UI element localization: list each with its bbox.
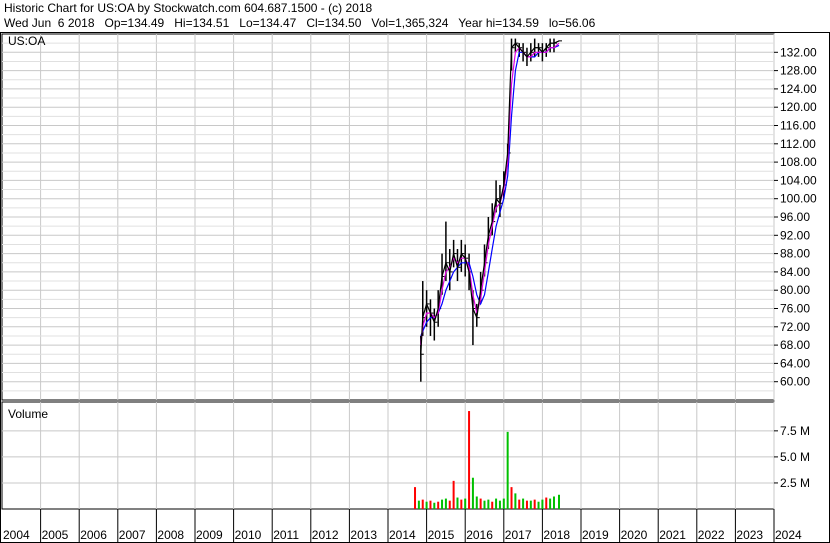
x-tick-label: 2010 xyxy=(235,528,262,542)
price-panel-title: US:OA xyxy=(8,34,45,48)
x-tick-label: 2011 xyxy=(273,528,299,542)
x-tick-label: 2009 xyxy=(196,528,223,542)
price-tick-label: 92.00 xyxy=(780,228,810,242)
x-tick-label: 2016 xyxy=(466,528,493,542)
volume-bar xyxy=(552,496,555,509)
volume-bar xyxy=(537,501,540,509)
volume-bar xyxy=(506,431,509,509)
volume-panel-title: Volume xyxy=(8,407,48,421)
volume-bar xyxy=(441,499,444,509)
volume-bar xyxy=(464,498,467,509)
volume-bar xyxy=(433,502,436,509)
price-tick-label: 120.00 xyxy=(780,100,817,114)
volume-tick-label: 5.0 M xyxy=(780,450,810,464)
grid-layer xyxy=(0,32,830,543)
x-tick-label: 2021 xyxy=(659,528,686,542)
price-tick-label: 104.00 xyxy=(780,173,817,187)
x-tick-label: 2006 xyxy=(80,528,107,542)
volume-bar xyxy=(421,499,424,509)
x-tick-label: 2008 xyxy=(157,528,184,542)
price-tick-label: 80.00 xyxy=(780,283,810,297)
x-tick-label: 2020 xyxy=(621,528,648,542)
volume-bar xyxy=(522,498,525,509)
chart-header-title: Historic Chart for US:OA by Stockwatch.c… xyxy=(4,1,373,15)
volume-bar xyxy=(475,496,478,509)
volume-bar xyxy=(437,501,440,509)
volume-bar xyxy=(414,487,417,509)
price-tick-label: 68.00 xyxy=(780,338,810,352)
chart-root: Historic Chart for US:OA by Stockwatch.c… xyxy=(0,0,830,543)
x-tick-label: 2024 xyxy=(775,528,802,542)
volume-bar xyxy=(460,499,463,509)
volume-bar xyxy=(514,493,517,509)
price-tick-label: 108.00 xyxy=(780,155,817,169)
price-tick-label: 124.00 xyxy=(780,82,817,96)
volume-bar xyxy=(549,498,552,509)
price-tick-label: 96.00 xyxy=(780,210,810,224)
x-tick-label: 2007 xyxy=(119,528,146,542)
volume-bar xyxy=(487,499,490,509)
price-tick-label: 128.00 xyxy=(780,64,817,78)
volume-bar xyxy=(479,498,482,509)
volume-bar xyxy=(502,498,505,509)
volume-bar xyxy=(518,499,521,509)
price-tick-label: 84.00 xyxy=(780,265,810,279)
volume-bar xyxy=(491,501,494,509)
price-tick-label: 100.00 xyxy=(780,192,817,206)
volume-bar xyxy=(533,499,536,509)
volume-bar xyxy=(483,500,486,509)
volume-bar xyxy=(525,500,528,509)
price-tick-label: 76.00 xyxy=(780,302,810,316)
price-tick-label: 72.00 xyxy=(780,320,810,334)
volume-bar xyxy=(468,411,471,509)
x-tick-label: 2022 xyxy=(698,528,725,542)
price-tick-label: 60.00 xyxy=(780,375,810,389)
volume-tick-label: 7.5 M xyxy=(780,424,810,438)
price-tick-label: 112.00 xyxy=(780,137,816,151)
volume-bar xyxy=(471,477,474,509)
price-tick-label: 88.00 xyxy=(780,247,810,261)
volume-bar xyxy=(448,500,451,509)
x-tick-label: 2018 xyxy=(543,528,570,542)
volume-bar xyxy=(417,500,420,509)
x-tick-label: 2019 xyxy=(582,528,609,542)
x-tick-label: 2014 xyxy=(389,528,416,542)
x-tick-label: 2004 xyxy=(3,528,30,542)
volume-bar xyxy=(498,500,501,509)
x-tick-label: 2013 xyxy=(350,528,377,542)
volume-bar xyxy=(529,500,532,509)
volume-bar xyxy=(429,500,432,509)
volume-bar xyxy=(541,499,544,509)
stock-chart: 2004 2005 2006 2007 2008 2009 2010 2011 2012 2013… xyxy=(0,32,830,543)
x-tick-label: 2005 xyxy=(42,528,69,542)
volume-bar xyxy=(557,494,560,509)
price-tick-label: 116.00 xyxy=(780,119,816,133)
volume-bar xyxy=(545,497,548,509)
x-tick-label: 2015 xyxy=(428,528,455,542)
volume-bar xyxy=(452,480,455,509)
x-tick-label: 2017 xyxy=(505,528,532,542)
price-tick-label: 132.00 xyxy=(780,45,817,59)
x-tick-label: 2023 xyxy=(736,528,763,542)
volume-bar xyxy=(495,498,498,509)
volume-tick-label: 2.5 M xyxy=(780,476,810,490)
x-tick-label: 2012 xyxy=(312,528,339,542)
price-tick-label: 64.00 xyxy=(780,356,810,370)
volume-bar xyxy=(456,497,459,509)
chart-header-quote: Wed Jun 6 2018 Op=134.49 Hi=134.51 Lo=13… xyxy=(4,16,596,30)
volume-bar xyxy=(444,498,447,509)
volume-bar xyxy=(425,501,428,509)
volume-bar xyxy=(510,487,513,509)
